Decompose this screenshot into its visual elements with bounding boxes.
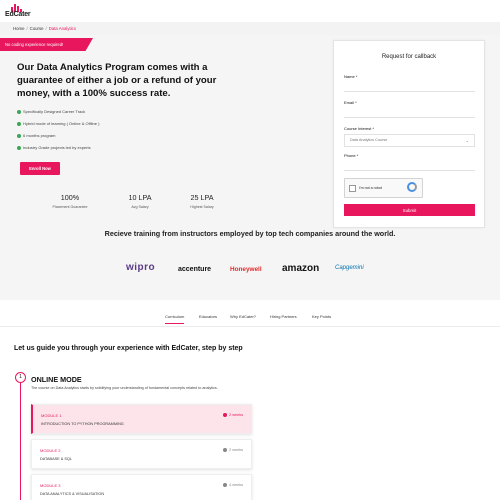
stat-placement: 100% Placement Guarantee: [52, 193, 88, 209]
breadcrumb-separator: /: [45, 26, 47, 31]
phone-field[interactable]: [344, 161, 475, 171]
module-card[interactable]: MODULE 1 INTRODUCTION TO PYTHON PROGRAMM…: [31, 404, 252, 434]
tab-hiring-partners[interactable]: Hiring Partners: [270, 314, 297, 323]
feature-list: Specifically Designed Career Track Hybri…: [17, 108, 99, 156]
honeywell-logo: Honeywell: [230, 266, 262, 273]
breadcrumb-separator: /: [26, 26, 28, 31]
email-label: Email *: [344, 100, 357, 105]
tab-educators[interactable]: Educators: [199, 314, 217, 323]
step-number: 1: [15, 372, 26, 383]
clock-icon: [223, 483, 228, 487]
tab-key-points[interactable]: Key Points: [312, 314, 331, 323]
feature-item: Industry Grade projects led by experts: [17, 144, 99, 156]
logo-text: EdCater: [5, 11, 31, 18]
hero-title: Our Data Analytics Program comes with a …: [17, 62, 217, 99]
wipro-logo: wipro: [126, 262, 156, 273]
callback-form: Request for callback Name * Email * Cour…: [333, 40, 485, 228]
clock-icon: [223, 448, 228, 452]
name-label: Name *: [344, 74, 358, 79]
course-label: Course Interest *: [344, 126, 375, 131]
email-field[interactable]: [344, 108, 475, 118]
module-card[interactable]: MODULE 2 DATABASE & SQL 2 weeks: [31, 439, 252, 469]
course-tabs: Curriculum Educators Why EdCater? Hiring…: [0, 312, 500, 327]
edcater-logo[interactable]: EdCater: [5, 4, 45, 20]
mode-title: ONLINE MODE: [31, 375, 82, 384]
breadcrumb-current: Data Analytics: [48, 26, 76, 31]
curriculum-heading: Let us guide you through your experience…: [14, 345, 243, 352]
recaptcha-icon: [407, 182, 417, 192]
name-field[interactable]: [344, 82, 475, 92]
accenture-logo: accenture: [178, 266, 212, 273]
captcha-checkbox[interactable]: [349, 185, 356, 192]
capgemini-logo: Capgemini: [335, 265, 364, 271]
mode-description: The course on Data Analytics starts by s…: [31, 386, 218, 390]
no-coding-ribbon: No coding experience required!: [0, 38, 93, 51]
course-select[interactable]: Data Analytics Course ⌄: [344, 134, 475, 147]
submit-button[interactable]: Submit: [344, 204, 475, 216]
check-icon: [17, 134, 21, 138]
phone-label: Phone *: [344, 153, 359, 158]
captcha-label: I'm not a robot: [359, 186, 382, 190]
form-title: Request for callback: [381, 54, 437, 60]
tab-why-edcater[interactable]: Why EdCater?: [230, 314, 256, 323]
feature-item: 6 months program: [17, 132, 99, 144]
module-card[interactable]: MODULE 3 DATA ANALYTICS & VISUALISATION …: [31, 474, 252, 500]
feature-item: Specifically Designed Career Track: [17, 108, 99, 120]
amazon-logo: amazon: [282, 263, 320, 274]
clock-icon: [223, 413, 228, 417]
breadcrumb: Home / Course / Data Analytics: [0, 22, 500, 35]
enroll-now-button[interactable]: Enroll Now: [20, 162, 60, 175]
feature-item: Hybrid mode of learning ( Online & Offli…: [17, 120, 99, 132]
breadcrumb-home[interactable]: Home: [13, 26, 24, 31]
stat-avg-salary: 10 LPA Avg Salary: [128, 193, 152, 209]
recaptcha-widget: I'm not a robot: [344, 178, 423, 198]
stat-highest-salary: 25 LPA Highest Salary: [190, 193, 214, 209]
chevron-down-icon: ⌄: [465, 138, 469, 143]
timeline-line: [20, 381, 21, 500]
check-icon: [17, 110, 21, 114]
companies-heading: Recieve training from instructors employ…: [104, 229, 396, 238]
top-navbar: EdCater: [0, 0, 500, 22]
check-icon: [17, 122, 21, 126]
check-icon: [17, 146, 21, 150]
tab-curriculum[interactable]: Curriculum: [165, 314, 185, 324]
breadcrumb-course[interactable]: Course: [30, 26, 44, 31]
